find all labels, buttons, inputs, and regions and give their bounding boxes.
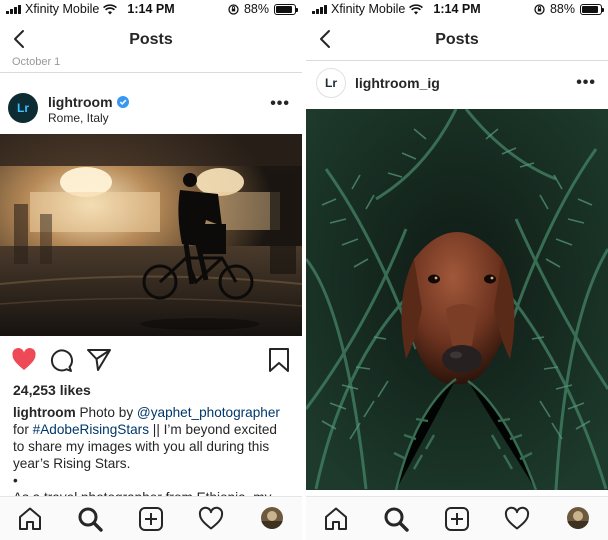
search-icon[interactable] (77, 506, 103, 532)
post-username[interactable]: lightroom (48, 94, 129, 110)
post-header: Lr lightroom Rome, Italy ••• (0, 88, 302, 134)
profile-avatar[interactable] (261, 507, 283, 529)
status-bar: Xfinity Mobile 1:14 PM 88% (0, 0, 302, 20)
post-photo[interactable] (306, 109, 608, 490)
tab-bar (306, 496, 608, 540)
battery-icon (274, 3, 298, 15)
search-icon[interactable] (383, 506, 409, 532)
nav-title: Posts (129, 31, 173, 48)
avatar[interactable]: Lr (316, 68, 346, 98)
bookmark-icon[interactable] (266, 347, 292, 373)
home-icon[interactable] (17, 506, 43, 532)
post-location[interactable]: Rome, Italy (48, 111, 109, 125)
new-post-icon[interactable] (444, 506, 470, 532)
nav-title: Posts (435, 31, 479, 48)
avatar[interactable]: Lr (8, 93, 38, 123)
new-post-icon[interactable] (138, 506, 164, 532)
previous-post-date: October 1 (12, 56, 61, 68)
more-options-icon[interactable]: ••• (576, 74, 596, 92)
divider (0, 72, 302, 73)
like-heart-icon[interactable] (11, 347, 37, 373)
share-icon[interactable] (86, 347, 112, 373)
battery-percent: 88% (549, 2, 575, 16)
nav-bar: Posts (0, 20, 302, 60)
comment-icon[interactable] (48, 347, 74, 373)
post-actions (0, 347, 302, 375)
hashtag-link[interactable]: #AdobeRisingStars (33, 422, 149, 437)
profile-avatar[interactable] (567, 507, 589, 529)
tab-bar (0, 496, 302, 540)
orientation-lock-icon (228, 3, 239, 15)
post-caption: lightroom Photo by @yaphet_photographer … (13, 405, 280, 505)
activity-heart-icon[interactable] (198, 506, 224, 532)
post-header: Lr lightroom_ig ••• (306, 62, 608, 108)
more-options-icon[interactable]: ••• (270, 95, 290, 113)
home-icon[interactable] (323, 506, 349, 532)
status-bar: Xfinity Mobile 1:14 PM 88% (306, 0, 608, 20)
divider (306, 60, 608, 61)
nav-bar: Posts (306, 20, 608, 60)
verified-badge-icon (116, 96, 129, 108)
left-screen: Xfinity Mobile 1:14 PM 88% Posts October… (0, 0, 302, 540)
mention-link[interactable]: @yaphet_photographer (137, 405, 280, 420)
post-username[interactable]: lightroom_ig (355, 75, 440, 91)
battery-percent: 88% (243, 2, 269, 16)
battery-icon (580, 3, 604, 15)
orientation-lock-icon (534, 3, 545, 15)
post-photo[interactable] (0, 134, 302, 336)
right-screen: Xfinity Mobile 1:14 PM 88% Posts Lr ligh… (306, 0, 608, 540)
caption-username[interactable]: lightroom (13, 405, 76, 420)
like-count[interactable]: 24,253 likes (13, 382, 91, 398)
activity-heart-icon[interactable] (504, 506, 530, 532)
